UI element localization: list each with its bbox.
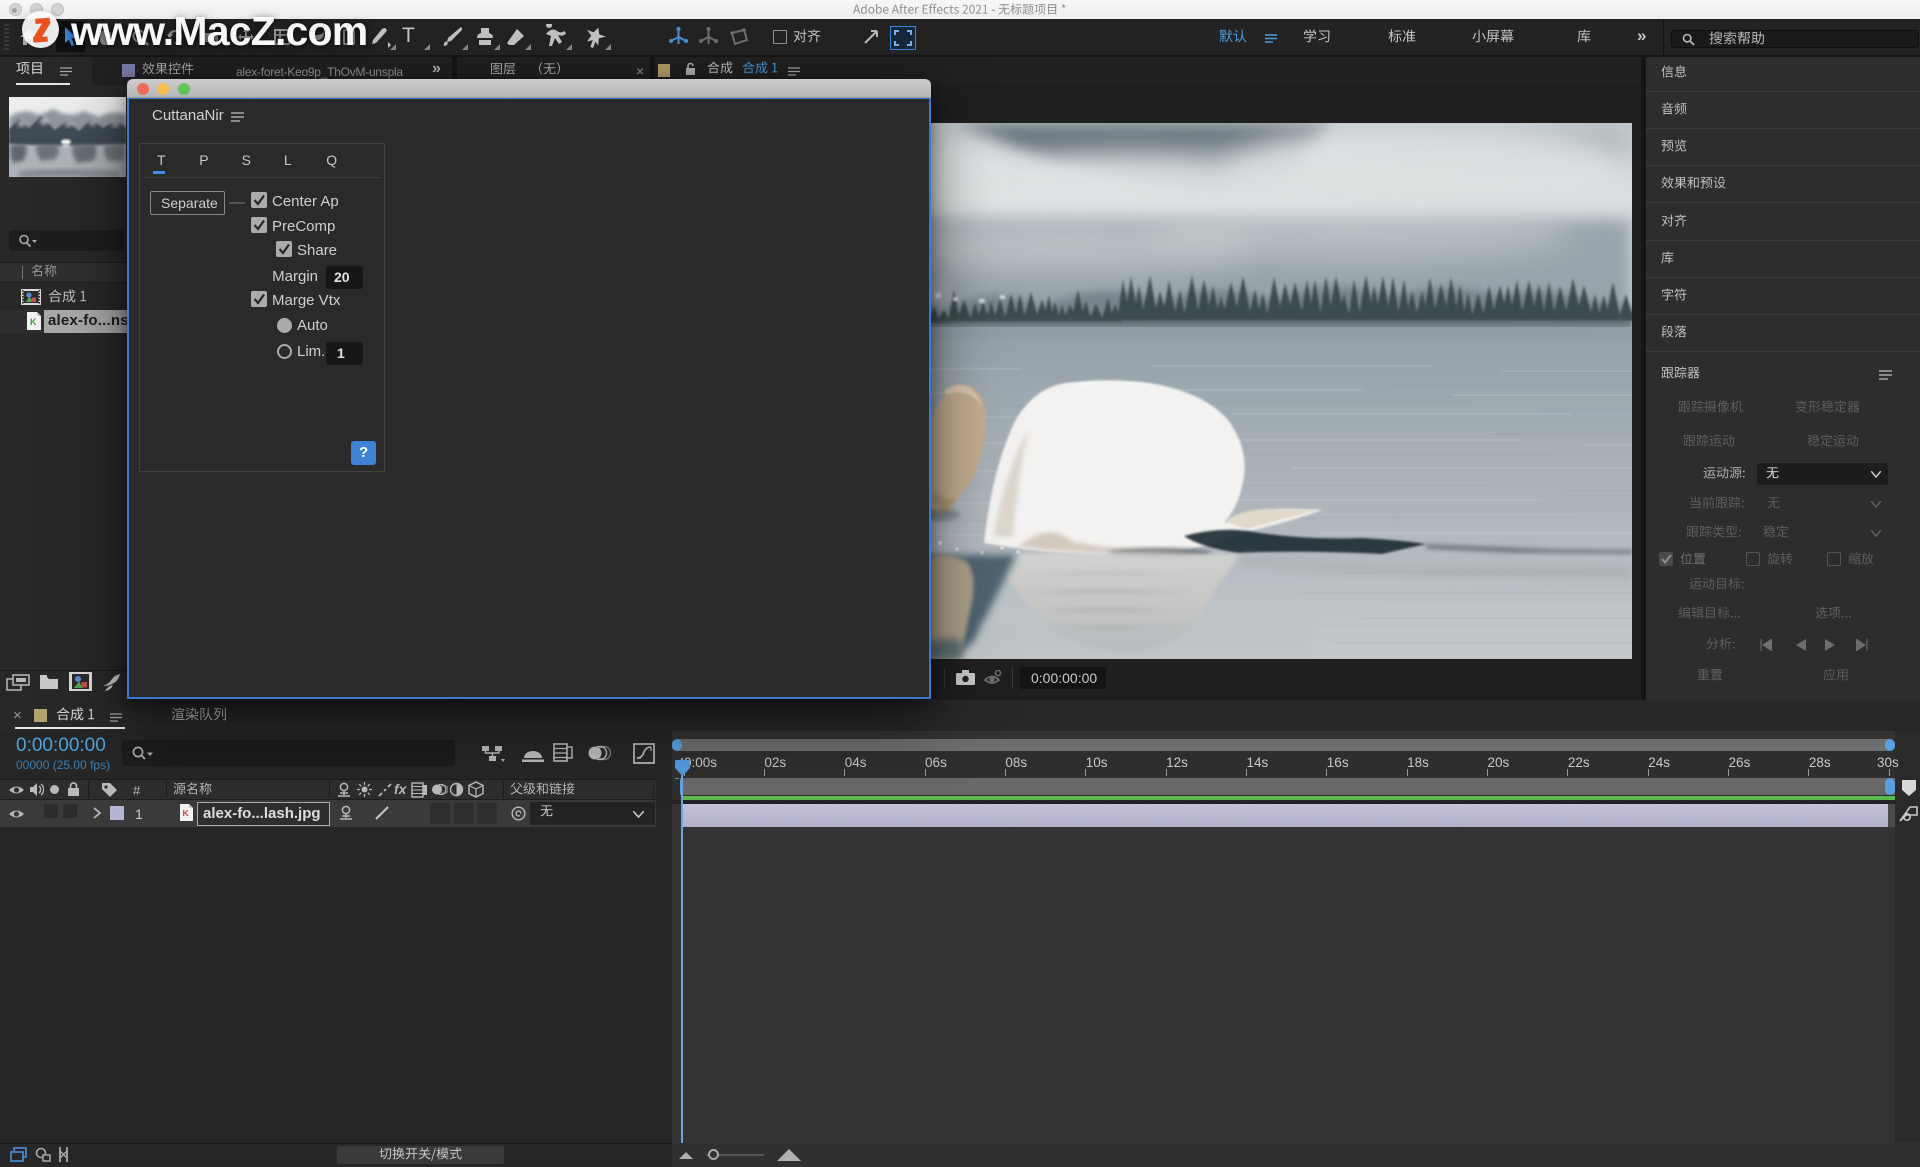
svg-text:K: K (30, 317, 37, 327)
svg-text:K: K (183, 808, 190, 818)
